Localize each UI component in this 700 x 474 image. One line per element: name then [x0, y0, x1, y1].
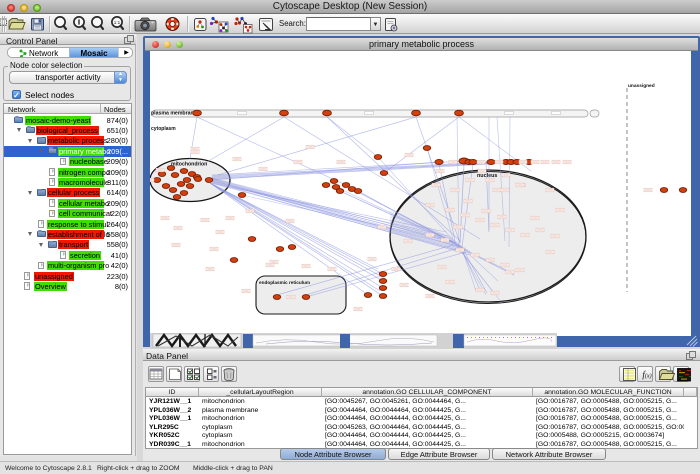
svg-text:plasma membrane: plasma membrane	[151, 111, 197, 117]
svg-text:f(x): f(x)	[642, 370, 651, 380]
svg-text:unassigned: unassigned	[628, 83, 655, 89]
svg-text:endoplasmic reticulum: endoplasmic reticulum	[259, 280, 310, 285]
svg-text:mitochondrion: mitochondrion	[171, 162, 207, 168]
svg-text:cytoplasm: cytoplasm	[151, 126, 176, 132]
svg-text:1:1: 1:1	[114, 20, 121, 25]
